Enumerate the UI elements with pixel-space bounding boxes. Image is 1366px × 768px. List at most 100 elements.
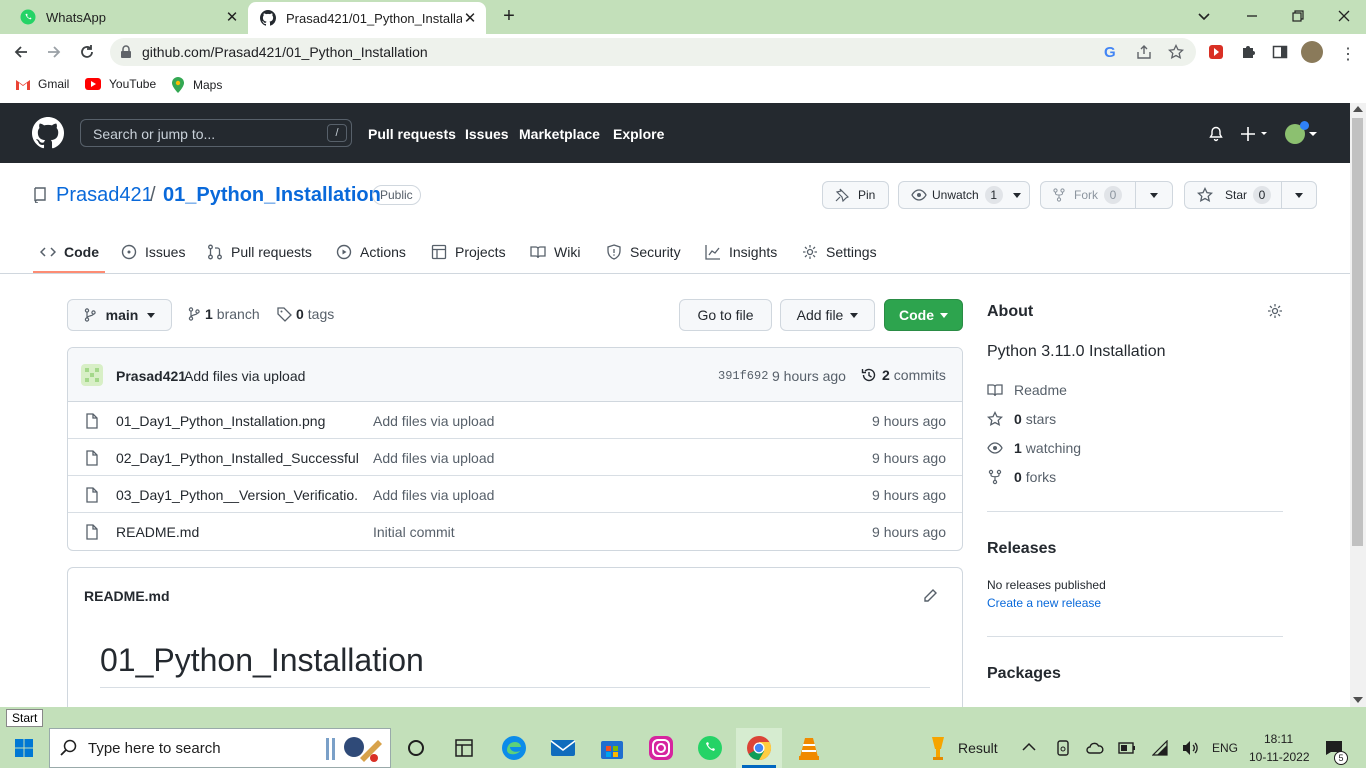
- unwatch-button[interactable]: Unwatch 1: [898, 181, 1030, 209]
- device-icon[interactable]: [1056, 740, 1070, 756]
- language-indicator[interactable]: ENG: [1212, 741, 1238, 755]
- bookmark-maps[interactable]: Maps: [172, 77, 222, 93]
- forward-icon[interactable]: [45, 43, 63, 61]
- reload-icon[interactable]: [78, 43, 96, 61]
- nav-explore[interactable]: Explore: [613, 126, 664, 142]
- fork-dropdown-button[interactable]: [1135, 181, 1173, 209]
- scroll-up-arrow-icon[interactable]: [1353, 106, 1363, 112]
- profile-avatar[interactable]: [1301, 41, 1323, 63]
- file-name[interactable]: 02_Day1_Python_Installed_Successful...: [116, 450, 358, 466]
- bookmark-star-icon[interactable]: [1168, 44, 1184, 60]
- chrome-icon[interactable]: [746, 735, 772, 761]
- create-release-link[interactable]: Create a new release: [987, 596, 1101, 610]
- tab-actions[interactable]: Actions: [336, 242, 406, 262]
- author-avatar[interactable]: [81, 364, 103, 386]
- whatsapp-icon[interactable]: [697, 735, 723, 761]
- edge-icon[interactable]: [501, 735, 527, 761]
- file-name[interactable]: 01_Day1_Python_Installation.png: [116, 413, 358, 429]
- tab-projects[interactable]: Projects: [431, 242, 506, 262]
- close-tab-icon[interactable]: ✕: [462, 10, 478, 27]
- star-dropdown-button[interactable]: [1281, 181, 1317, 209]
- share-icon[interactable]: [1136, 44, 1152, 60]
- close-window-icon[interactable]: [1336, 8, 1352, 24]
- branch-select-button[interactable]: main: [67, 299, 172, 331]
- vlc-icon[interactable]: [796, 735, 822, 761]
- tab-issues[interactable]: Issues: [121, 242, 185, 262]
- scrollbar-thumb[interactable]: [1352, 118, 1363, 546]
- browser-tab-github[interactable]: Prasad421/01_Python_Installation ✕: [248, 2, 486, 34]
- forks-link[interactable]: 0 forks: [987, 469, 1056, 485]
- restore-icon[interactable]: [1290, 8, 1306, 24]
- table-row[interactable]: 01_Day1_Python_Installation.png Add file…: [68, 402, 962, 439]
- code-button[interactable]: Code: [884, 299, 963, 331]
- avatar-dropdown-caret[interactable]: [1308, 131, 1318, 137]
- clock-time[interactable]: 18:11: [1264, 732, 1293, 746]
- readme-link[interactable]: Readme: [987, 382, 1067, 398]
- pin-button[interactable]: Pin: [822, 181, 889, 209]
- repo-owner-link[interactable]: Prasad421: [56, 184, 153, 207]
- commits-link[interactable]: 2 commits: [861, 367, 946, 383]
- releases-title[interactable]: Releases: [987, 540, 1056, 558]
- extension-red-icon[interactable]: [1208, 44, 1224, 60]
- table-row[interactable]: 02_Day1_Python_Installed_Successful... A…: [68, 439, 962, 476]
- table-row[interactable]: 03_Day1_Python__Version_Verificatio... A…: [68, 476, 962, 513]
- result-trophy-icon[interactable]: [928, 735, 948, 761]
- branches-link[interactable]: 1 branch: [188, 306, 260, 322]
- file-name[interactable]: README.md: [116, 524, 358, 540]
- stars-link[interactable]: 0 stars: [987, 411, 1056, 427]
- github-logo-icon[interactable]: [32, 117, 64, 149]
- file-commit-message[interactable]: Add files via upload: [373, 487, 494, 503]
- chrome-menu-icon[interactable]: ⋮: [1340, 44, 1356, 64]
- result-label[interactable]: Result: [958, 740, 998, 756]
- tab-search-icon[interactable]: [1196, 8, 1212, 24]
- readme-filename[interactable]: README.md: [84, 588, 170, 604]
- browser-tab-whatsapp[interactable]: WhatsApp ✕: [8, 0, 248, 34]
- back-icon[interactable]: [12, 43, 30, 61]
- side-panel-icon[interactable]: [1272, 44, 1288, 60]
- go-to-file-button[interactable]: Go to file: [679, 299, 772, 331]
- notifications-bell-icon[interactable]: [1208, 126, 1224, 142]
- about-settings-gear-icon[interactable]: [1267, 303, 1283, 319]
- widgets-icon[interactable]: [454, 738, 474, 758]
- nav-issues[interactable]: Issues: [465, 126, 509, 142]
- pencil-icon[interactable]: [922, 588, 938, 604]
- commit-author[interactable]: Prasad421: [116, 368, 186, 384]
- tab-security[interactable]: Security: [606, 242, 681, 262]
- minimize-icon[interactable]: [1244, 8, 1260, 24]
- task-view-icon[interactable]: [406, 738, 426, 758]
- add-file-button[interactable]: Add file: [780, 299, 875, 331]
- packages-title[interactable]: Packages: [987, 665, 1061, 683]
- file-commit-message[interactable]: Add files via upload: [373, 413, 494, 429]
- google-icon[interactable]: G: [1104, 44, 1116, 61]
- bookmark-youtube[interactable]: YouTube: [85, 77, 156, 91]
- mail-icon[interactable]: [550, 735, 576, 761]
- star-button[interactable]: Star 0: [1184, 181, 1282, 209]
- create-new-icon[interactable]: [1240, 125, 1270, 143]
- table-row[interactable]: README.md Initial commit 9 hours ago: [68, 513, 962, 550]
- file-name[interactable]: 03_Day1_Python__Version_Verificatio...: [116, 487, 358, 503]
- repo-name-link[interactable]: 01_Python_Installation: [163, 184, 381, 207]
- tab-code[interactable]: Code: [40, 242, 99, 262]
- instagram-icon[interactable]: [648, 735, 674, 761]
- fork-button[interactable]: Fork 0: [1040, 181, 1136, 209]
- wifi-icon[interactable]: [1152, 740, 1168, 756]
- file-commit-message[interactable]: Add files via upload: [373, 450, 494, 466]
- tab-wiki[interactable]: Wiki: [530, 242, 580, 262]
- url-text[interactable]: github.com/Prasad421/01_Python_Installat…: [142, 44, 428, 60]
- show-hidden-icons-icon[interactable]: [1022, 742, 1036, 752]
- tags-link[interactable]: 0 tags: [277, 306, 334, 322]
- volume-icon[interactable]: [1182, 740, 1200, 756]
- store-icon[interactable]: [599, 735, 625, 761]
- battery-icon[interactable]: [1118, 742, 1136, 754]
- tab-insights[interactable]: Insights: [705, 242, 777, 262]
- file-commit-message[interactable]: Initial commit: [373, 524, 455, 540]
- commit-message[interactable]: Add files via upload: [184, 368, 305, 384]
- extensions-puzzle-icon[interactable]: [1240, 44, 1256, 60]
- clock-date[interactable]: 10-11-2022: [1249, 750, 1310, 764]
- scroll-down-arrow-icon[interactable]: [1353, 697, 1363, 703]
- nav-pull-requests[interactable]: Pull requests: [368, 126, 456, 142]
- commit-hash[interactable]: 391f692: [718, 369, 768, 383]
- lock-icon[interactable]: [120, 45, 132, 59]
- onedrive-cloud-icon[interactable]: [1086, 742, 1104, 754]
- tab-pull-requests[interactable]: Pull requests: [207, 242, 312, 262]
